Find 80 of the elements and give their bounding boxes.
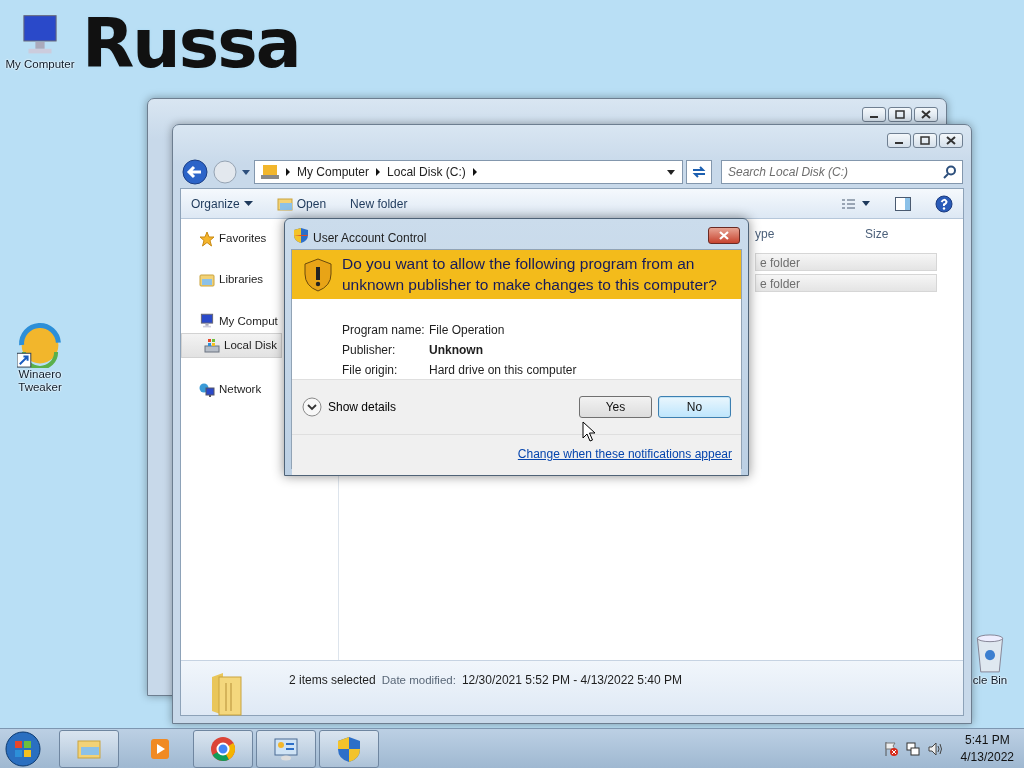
help-icon[interactable] [935,194,953,213]
close-icon[interactable] [919,109,933,120]
field-value: Unknown [429,342,484,359]
chrome-icon [209,734,237,763]
address-bar[interactable]: My Computer Local Disk (C:) [254,160,683,184]
folder-icon [276,196,293,211]
nav-item[interactable]: Local Disk [181,332,283,358]
cursor-icon [582,421,596,443]
field-value: File Operation [429,322,506,339]
selection-count: 2 items selected [289,672,376,689]
detail-label: Date modified: [381,673,456,688]
file-row[interactable]: e folder [755,274,937,292]
search-icon[interactable] [943,165,957,179]
nav-item[interactable]: My Comput [181,309,282,333]
network-icon [199,381,215,398]
dropdown-arrow-icon[interactable] [666,168,676,176]
clock-date[interactable]: 4/13/2022 [960,748,1014,765]
taskbar-button[interactable] [59,729,119,768]
toolbar-button[interactable]: Open [276,194,327,213]
minimize-button[interactable] [887,133,911,148]
expand-icon [302,397,322,417]
wallpaper-text: Russa [82,10,300,78]
taskbar-button[interactable] [193,729,253,768]
toolbar-button[interactable]: Organize [191,194,253,213]
show-details-button[interactable]: Show details [302,397,397,417]
nav-item[interactable]: Favorites [181,227,271,251]
clock-time[interactable]: 5:41 PM [960,732,1014,749]
column-header[interactable]: Size [865,225,925,243]
refresh-button[interactable] [686,160,712,184]
shield-icon [335,734,363,763]
minimize-button[interactable] [862,107,886,122]
nav-item[interactable]: Libraries [181,268,268,292]
maximize-icon[interactable] [918,135,932,146]
warning-shield-icon [304,257,332,292]
breadcrumb-item[interactable]: My Computer [297,163,370,181]
chevron-icon [285,168,291,176]
yes-button[interactable]: Yes [579,396,652,418]
maximize-icon[interactable] [893,109,907,120]
star-icon [199,230,215,247]
detail-value: 12/30/2021 5:52 PM - 4/13/2022 5:40 PM [461,672,683,689]
chevron-icon [471,168,478,176]
folder-icon [209,671,243,717]
settings-link[interactable]: Change when these notifications appear [517,445,732,463]
close-button[interactable] [708,227,740,244]
close-icon[interactable] [944,135,958,146]
field-value: Hard drive on this computer [429,362,578,379]
preview-pane-icon[interactable] [895,196,911,211]
maximize-button[interactable] [913,133,937,148]
back-button[interactable] [181,158,209,186]
breadcrumb-item[interactable]: Local Disk (C:) [387,163,466,181]
column-header[interactable]: ype [755,225,865,243]
maximize-button[interactable] [888,107,912,122]
flag-icon[interactable] [882,740,899,757]
shield-icon [293,227,309,244]
caret-icon [243,200,253,207]
close-button[interactable] [939,133,963,148]
no-button[interactable]: No [658,396,731,418]
nav-item[interactable]: Network [181,378,266,402]
icon-label[interactable]: My Computer [5,58,75,72]
view-options-icon[interactable] [841,197,871,210]
close-button[interactable] [914,107,938,122]
field-label: Program name: [342,322,426,339]
search-field[interactable]: Search Local Disk (C:) [721,160,963,184]
toolbar-button[interactable]: New folder [350,194,408,213]
taskbar-button[interactable] [256,729,316,768]
icon-label[interactable]: Winaero Tweaker [0,368,80,395]
chevron-icon [375,168,382,176]
file-row[interactable]: e folder [755,253,937,271]
icon-label[interactable]: cle Bin [972,674,1008,688]
network-icon[interactable] [904,740,921,757]
swirl-icon [17,322,63,368]
field-label: File origin: [342,362,399,379]
taskbar-button[interactable] [319,729,379,768]
field-label: Publisher: [342,342,397,359]
dialog-title: User Account Control [313,230,427,247]
folder-icon [199,271,215,288]
speaker-icon[interactable] [926,740,943,757]
start-button[interactable] [4,729,42,768]
disk-icon [204,337,220,354]
dialog-question: Do you want to allow the following program from an unknown publisher to make changes to this computer? [342,254,718,295]
